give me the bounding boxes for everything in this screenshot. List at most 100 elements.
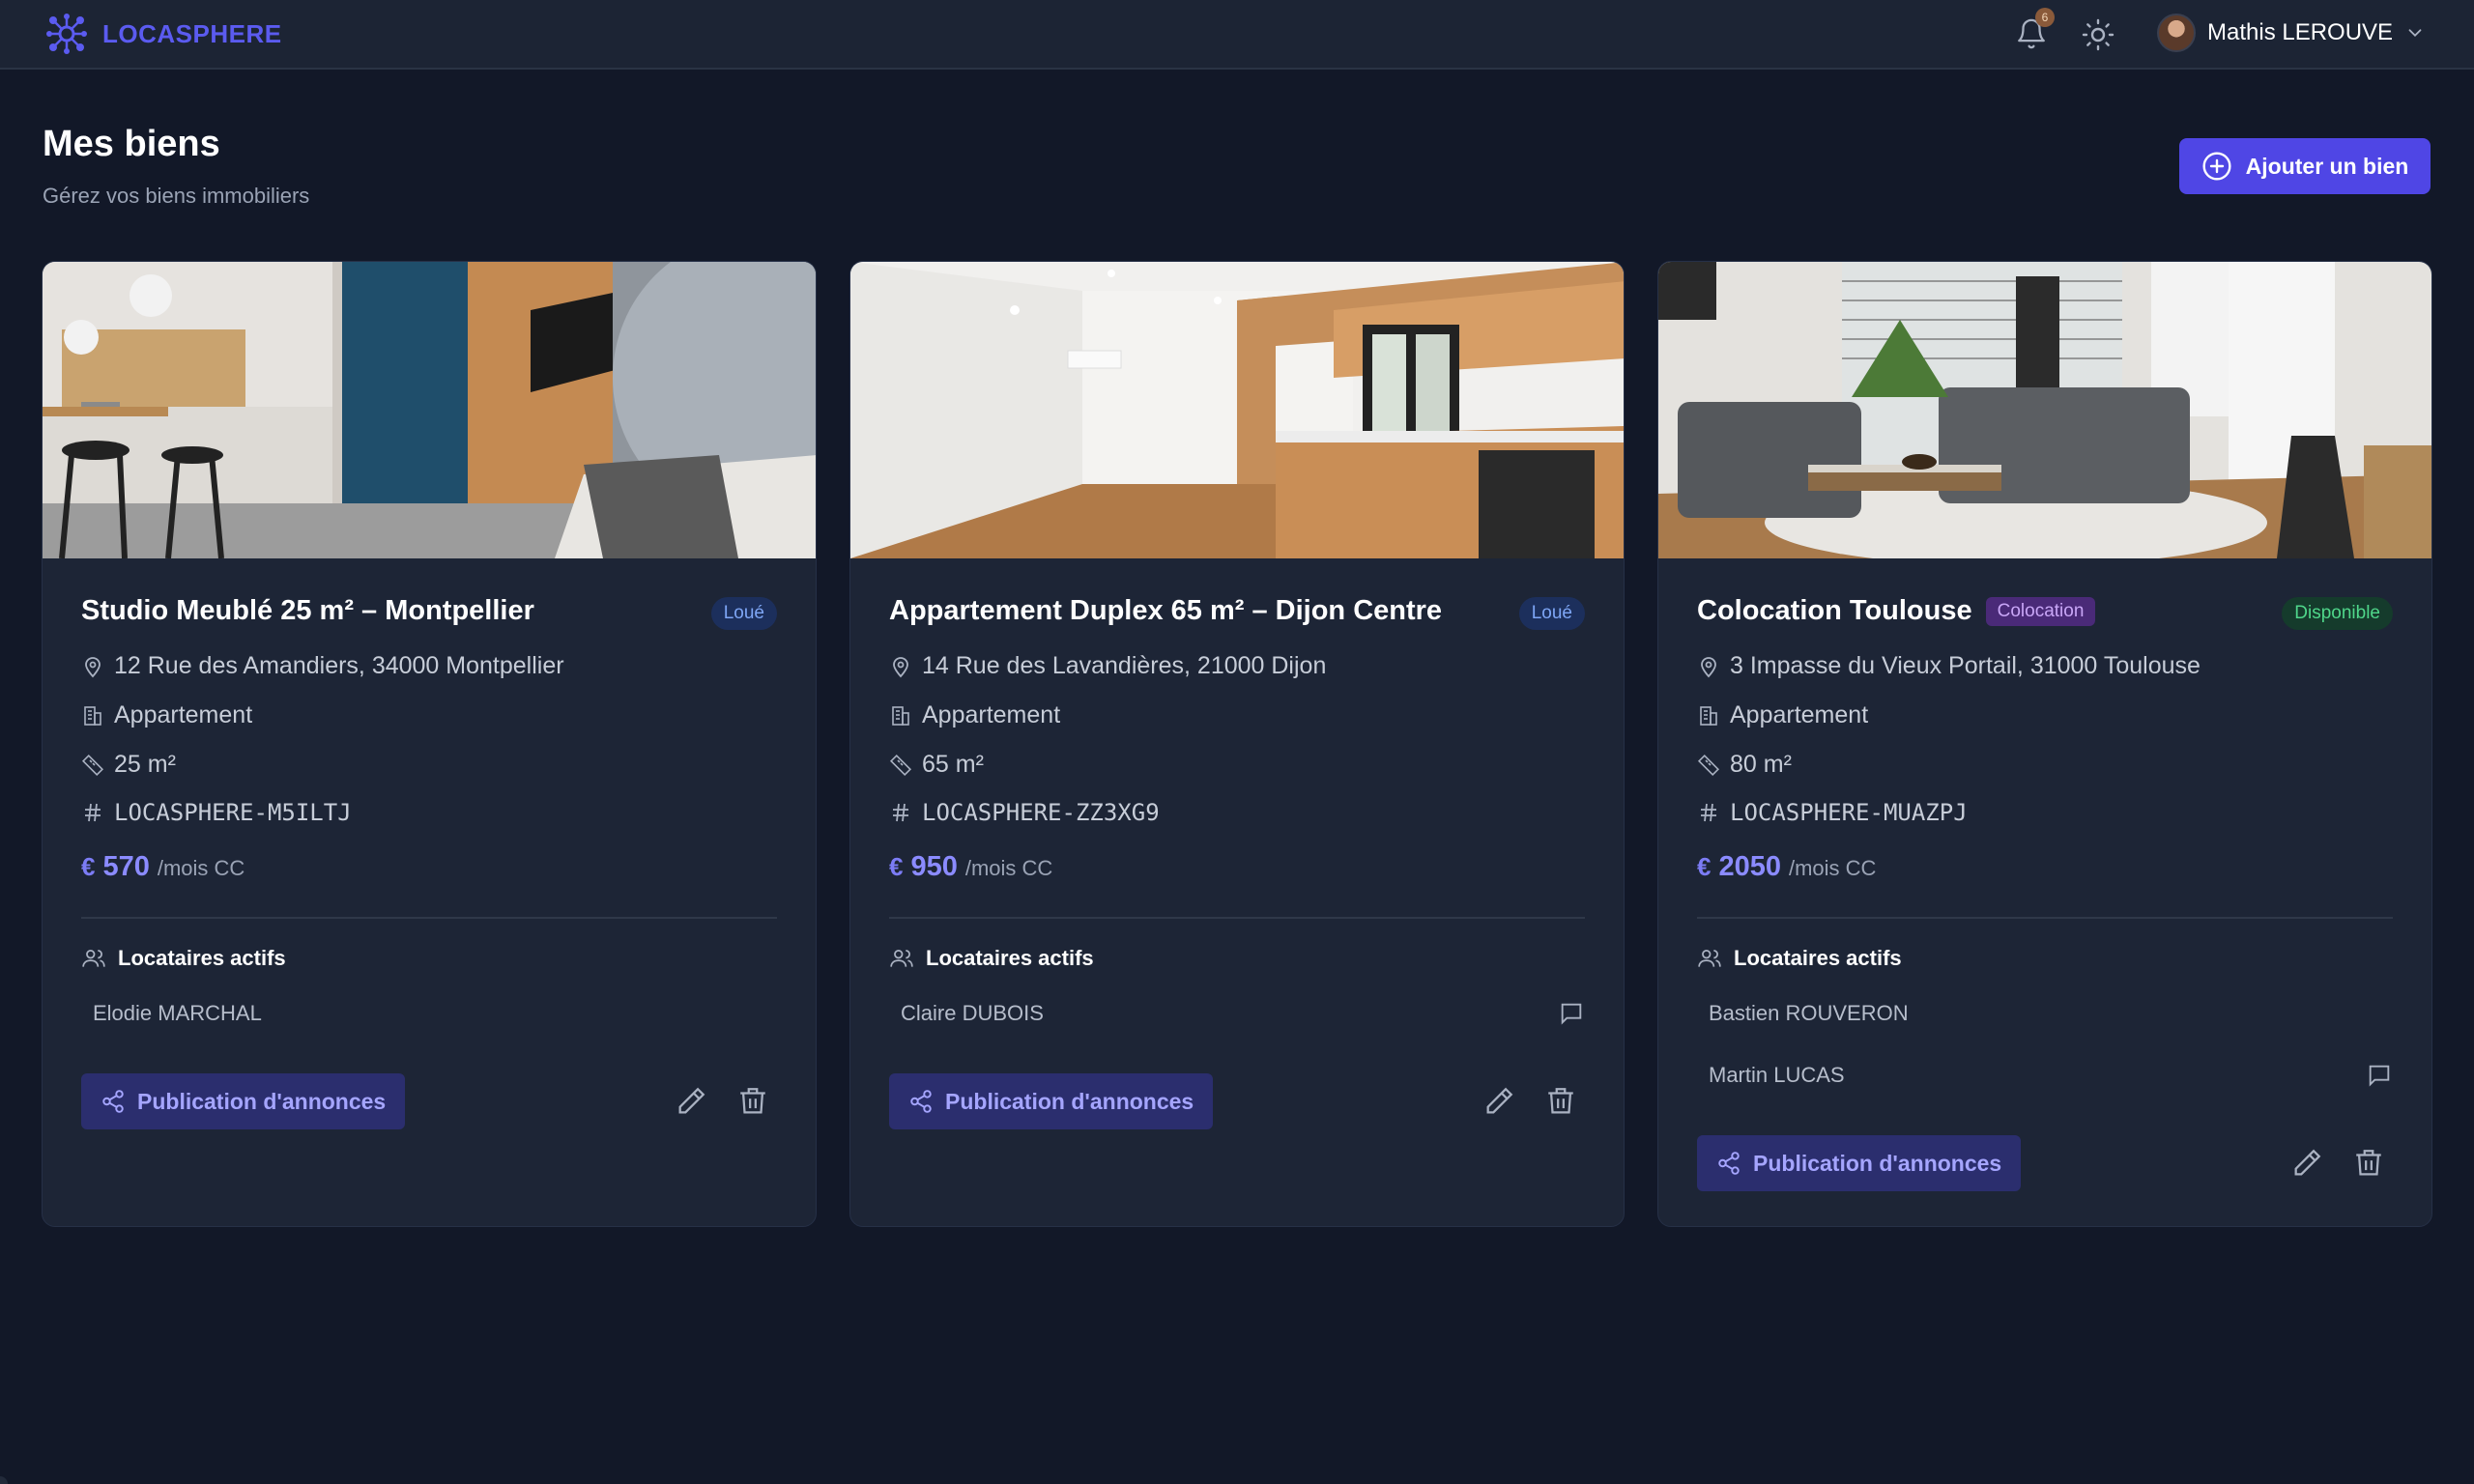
brand-name: LOCASPHERE [102, 18, 282, 48]
add-property-label: Ajouter un bien [2245, 153, 2409, 179]
tenant-name: Martin LUCAS [1709, 1063, 1845, 1087]
reference: LOCASPHERE-M5ILTJ [114, 799, 352, 826]
share-icon [910, 1090, 932, 1113]
price-row: € 2050 /mois CC [1697, 851, 1876, 883]
surface-row: 80 m² [1697, 751, 1792, 779]
address-row: 14 Rue des Lavandières, 21000 Dijon [889, 652, 1326, 680]
surface: 80 m² [1730, 751, 1792, 778]
tenant-row[interactable]: Claire DUBOIS [901, 994, 1585, 1033]
price: 570 [102, 851, 150, 882]
logo-icon [46, 14, 87, 54]
corner-decoration [0, 1476, 8, 1484]
surface: 25 m² [114, 751, 176, 778]
surface-row: 65 m² [889, 751, 984, 779]
tenants-heading-label: Locataires actifs [1734, 946, 1902, 970]
property-type: Appartement [1730, 701, 1869, 728]
property-type: Appartement [114, 701, 253, 728]
notification-badge: 6 [2035, 8, 2055, 27]
address-row: 3 Impasse du Vieux Portail, 31000 Toulou… [1697, 652, 2201, 680]
users-icon [82, 950, 105, 967]
card-title-row: Studio Meublé 25 m² – Montpellier [81, 595, 534, 627]
pencil-icon[interactable] [2290, 1147, 2323, 1180]
price-period: /mois CC [964, 856, 1053, 880]
hash-icon [1701, 803, 1716, 822]
tenant-name: Elodie MARCHAL [93, 1001, 262, 1025]
type-row: Appartement [1697, 701, 1868, 729]
ruler-icon [81, 754, 104, 776]
map-pin-icon [893, 656, 908, 677]
pencil-icon[interactable] [675, 1085, 707, 1118]
message-icon[interactable] [1558, 1000, 1585, 1027]
surface-row: 25 m² [81, 751, 176, 779]
publish-ads-button[interactable]: Publication d'annonces [1697, 1135, 2022, 1191]
share-icon [1718, 1152, 1740, 1175]
ruler-icon [889, 754, 912, 776]
tenants-heading: Locataires actifs [81, 946, 286, 971]
top-navbar: LOCASPHERE 6 Mathis LEROUVE [0, 0, 2474, 70]
address-row: 12 Rue des Amandiers, 34000 Montpellier [81, 652, 564, 680]
message-icon[interactable] [2366, 1062, 2393, 1089]
status-badge: Loué [1518, 597, 1585, 630]
tenant-row[interactable]: Elodie MARCHAL [93, 994, 777, 1033]
hash-icon [893, 803, 908, 822]
status-badge: Loué [710, 597, 777, 630]
page-title: Mes biens [43, 124, 220, 164]
add-property-button[interactable]: Ajouter un bien [2179, 138, 2431, 194]
property-title[interactable]: Studio Meublé 25 m² – Montpellier [81, 595, 534, 627]
surface: 65 m² [922, 751, 984, 778]
property-photo [850, 262, 1624, 558]
reference: LOCASPHERE-MUAZPJ [1730, 799, 1968, 826]
publish-ads-button[interactable]: Publication d'annonces [81, 1073, 406, 1129]
address: 12 Rue des Amandiers, 34000 Montpellier [114, 652, 564, 679]
card-title-row: Appartement Duplex 65 m² – Dijon Centre [889, 595, 1442, 627]
price-row: € 570 /mois CC [81, 851, 245, 883]
price-row: € 950 /mois CC [889, 851, 1052, 883]
ruler-icon [1697, 754, 1720, 776]
plus-circle-icon [2202, 152, 2231, 181]
reference-row: LOCASPHERE-MUAZPJ [1697, 799, 1968, 826]
building-icon [1700, 705, 1717, 726]
price-period: /mois CC [157, 856, 245, 880]
euro-icon: € [81, 852, 96, 881]
pencil-icon[interactable] [1482, 1085, 1515, 1118]
users-icon [1698, 950, 1721, 967]
chevron-down-icon [2408, 29, 2422, 38]
property-card[interactable]: Appartement Duplex 65 m² – Dijon Centre … [849, 261, 1625, 1227]
euro-icon: € [889, 852, 904, 881]
reference-row: LOCASPHERE-M5ILTJ [81, 799, 352, 826]
trash-icon[interactable] [2352, 1147, 2385, 1180]
type-row: Appartement [889, 701, 1060, 729]
trash-icon[interactable] [736, 1085, 769, 1118]
user-menu[interactable]: Mathis LEROUVE [2157, 14, 2426, 52]
tenant-row[interactable]: Bastien ROUVERON [1709, 994, 2393, 1033]
publish-ads-button[interactable]: Publication d'annonces [889, 1073, 1214, 1129]
property-card[interactable]: Studio Meublé 25 m² – Montpellier Loué 1… [42, 261, 817, 1227]
property-photo [1658, 262, 2431, 558]
property-card[interactable]: Colocation Toulouse Colocation Disponibl… [1657, 261, 2432, 1227]
property-photo [43, 262, 816, 558]
building-icon [892, 705, 909, 726]
price: 2050 [1718, 851, 1781, 882]
price: 950 [910, 851, 958, 882]
brand[interactable]: LOCASPHERE [44, 12, 282, 56]
price-period: /mois CC [1788, 856, 1877, 880]
property-title[interactable]: Appartement Duplex 65 m² – Dijon Centre [889, 595, 1442, 627]
user-name: Mathis LEROUVE [2207, 19, 2394, 45]
sun-icon[interactable] [2081, 17, 2115, 52]
reference: LOCASPHERE-ZZ3XG9 [922, 799, 1160, 826]
divider [1697, 917, 2393, 919]
trash-icon[interactable] [1544, 1085, 1577, 1118]
colocation-tag: Colocation [1985, 596, 2096, 626]
map-pin-icon [1701, 656, 1716, 677]
tenant-name: Claire DUBOIS [901, 1001, 1044, 1025]
hash-icon [85, 803, 101, 822]
tenants-heading-label: Locataires actifs [118, 946, 286, 970]
tenants-heading: Locataires actifs [889, 946, 1094, 971]
page-subtitle: Gérez vos biens immobiliers [43, 184, 310, 208]
users-icon [890, 950, 913, 967]
euro-icon: € [1697, 852, 1712, 881]
publish-ads-label: Publication d'annonces [945, 1088, 1194, 1114]
property-title[interactable]: Colocation Toulouse [1697, 595, 1972, 627]
share-icon [102, 1090, 124, 1113]
tenant-row[interactable]: Martin LUCAS [1709, 1056, 2393, 1095]
